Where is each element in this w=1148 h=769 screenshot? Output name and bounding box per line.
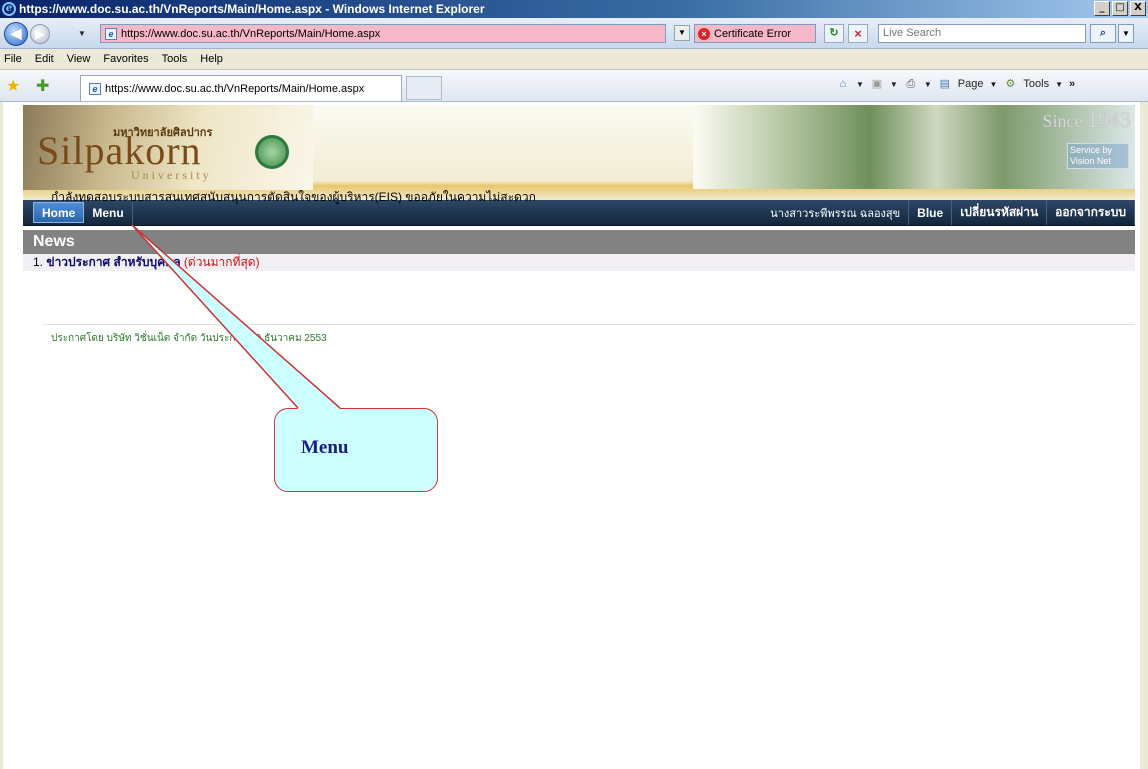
url-input[interactable]: e https://www.doc.su.ac.th/VnReports/Mai… [100, 24, 666, 43]
since-label: Since 1943 [1043, 107, 1132, 133]
callout-box [274, 408, 438, 492]
page-menu-icon: ▤ [939, 78, 950, 90]
nav-change-password[interactable]: เปลี่ยนรหัสผ่าน [952, 200, 1048, 225]
url-text: https://www.doc.su.ac.th/VnReports/Main/… [121, 27, 381, 40]
tab-bar: ★ ✚ e https://www.doc.su.ac.th/VnReports… [0, 70, 1148, 102]
news-item-footer: ประกาศโดย บริษัท วิชั่นเน็ต จำกัด วันประ… [51, 333, 327, 344]
nav-logout[interactable]: ออกจากระบบ [1047, 200, 1135, 225]
menu-favorites[interactable]: Favorites [103, 53, 148, 65]
tools-gear-icon: ⚙ [1005, 78, 1016, 90]
search-icon[interactable]: ⌕ [1090, 24, 1116, 43]
window-right-edge [1140, 102, 1148, 769]
add-favorites-icon[interactable]: ✚ [36, 76, 49, 96]
browser-tab[interactable]: e https://www.doc.su.ac.th/VnReports/Mai… [80, 75, 402, 101]
command-bar: ⌂ ▼ ▣ ▼ ⎙ ▼ ▤ Page ▼ ⚙ Tools ▼ » [836, 77, 1075, 91]
tools-menu[interactable]: Tools [1023, 78, 1049, 90]
menu-file[interactable]: File [4, 53, 22, 65]
news-separator [43, 324, 1135, 325]
ie-logo-icon: e [2, 2, 16, 16]
refresh-icon[interactable]: ↻ [824, 24, 844, 43]
news-item-number: 1. [33, 255, 44, 269]
university-name: Silpakorn [37, 128, 202, 173]
home-icon[interactable]: ⌂ [836, 77, 850, 91]
tab-label: https://www.doc.su.ac.th/VnReports/Main/… [105, 82, 365, 95]
nav-theme-blue[interactable]: Blue [909, 200, 953, 225]
news-item-title[interactable]: ข่าวประกาศ สำหรับบุคคล [46, 255, 180, 269]
favorites-star-icon[interactable]: ★ [6, 76, 20, 96]
print-icon[interactable]: ⎙ [904, 77, 918, 91]
menu-edit[interactable]: Edit [35, 53, 54, 65]
feeds-dropdown-icon[interactable]: ▼ [890, 80, 898, 89]
vision-net-logo: Service by Vision Net [1067, 143, 1129, 169]
university-seal-icon [255, 135, 289, 169]
forward-arrow-icon[interactable]: ▶ [30, 24, 50, 44]
callout-label: Menu [301, 437, 349, 458]
since-text: Since [1042, 111, 1083, 131]
feeds-icon[interactable]: ▣ [870, 77, 884, 91]
window-controls: _ □ X [1094, 1, 1146, 16]
page-viewport: มหาวิทยาลัยศิลปากร Silpakorn University … [0, 102, 1148, 769]
window-title-bar: e https://www.doc.su.ac.th/VnReports/Mai… [0, 0, 1148, 18]
university-banner: มหาวิทยาลัยศิลปากร Silpakorn University … [23, 105, 1135, 200]
new-tab-button[interactable] [406, 76, 442, 100]
cert-error-label: Certificate Error [714, 27, 792, 40]
url-dropdown-icon[interactable]: ▼ [674, 25, 690, 41]
print-dropdown-icon[interactable]: ▼ [924, 80, 932, 89]
address-bar: ◀ ▶ ▼ e https://www.doc.su.ac.th/VnRepor… [0, 18, 1148, 49]
cert-error-icon: × [698, 27, 710, 40]
news-heading: News [23, 230, 1135, 254]
university-sub: University [131, 168, 212, 182]
home-dropdown-icon[interactable]: ▼ [856, 80, 864, 89]
search-input[interactable]: Live Search [878, 24, 1086, 43]
maximize-button[interactable]: □ [1112, 1, 1128, 16]
back-arrow-icon[interactable]: ◀ [4, 22, 28, 46]
search-options-dropdown-icon[interactable]: ▼ [1118, 24, 1134, 43]
minimize-button[interactable]: _ [1094, 1, 1110, 16]
news-item-urgency: (ด่วนมากที่สุด) [183, 255, 260, 269]
page-menu[interactable]: Page [958, 78, 984, 90]
tab-page-icon: e [89, 82, 101, 95]
close-button[interactable]: X [1130, 1, 1146, 16]
nav-user-name: นางสาวระพีพรรณ ฉลองสุข [762, 200, 910, 225]
page-dropdown-icon[interactable]: ▼ [989, 80, 997, 89]
menu-help[interactable]: Help [200, 53, 223, 65]
menu-view[interactable]: View [67, 53, 91, 65]
menu-bar: File Edit View Favorites Tools Help [0, 49, 1148, 70]
menu-tools[interactable]: Tools [162, 53, 188, 65]
tools-dropdown-icon[interactable]: ▼ [1055, 80, 1063, 89]
chevron-more-icon[interactable]: » [1069, 78, 1075, 90]
window-title: https://www.doc.su.ac.th/VnReports/Main/… [19, 2, 485, 16]
since-year: 1943 [1087, 107, 1131, 132]
certificate-error-button[interactable]: × Certificate Error [694, 24, 816, 43]
news-item-title-row[interactable]: 1. ข่าวประกาศ สำหรับบุคคล (ด่วนมากที่สุด… [23, 254, 1135, 271]
page-icon: e [105, 27, 117, 40]
stop-icon[interactable]: × [848, 24, 868, 43]
history-dropdown-icon[interactable]: ▼ [78, 29, 86, 38]
news-item-body: กำลังทดสอบระบบสารสนเทศสนับสนุนการตัดสินใ… [51, 190, 536, 204]
